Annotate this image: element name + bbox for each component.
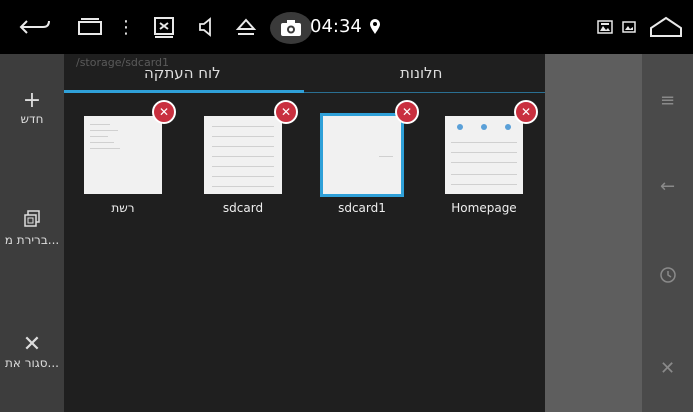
copy-icon [0,210,64,233]
status-bar: ⋮ 04:34 [0,0,693,54]
location-pin-icon [368,14,382,40]
window-caption: sdcard1 [338,201,386,215]
home-icon[interactable] [648,14,684,40]
menu-dots-icon[interactable]: ⋮ [117,14,135,40]
close-icon[interactable]: ✕ [642,358,693,379]
clock-time: 04:34 [310,16,362,37]
close-window-icon[interactable]: ✕ [395,100,419,124]
tab-clipboard[interactable]: לוח העתקה [144,64,221,82]
left-panel: + חדש ברירת מ... ✕ סגור את... [0,54,64,412]
window-caption: רשת [111,201,135,215]
eject-icon[interactable] [234,14,258,40]
background-app-strip [545,54,642,412]
close-icon: ✕ [22,332,42,357]
default-button[interactable]: ברירת מ... [0,210,64,247]
window-caption: sdcard [222,201,264,215]
close-window-icon[interactable]: ✕ [152,100,176,124]
close-all-button[interactable]: ✕ סגור את... [0,332,64,371]
menu-icon[interactable]: ≡ [642,90,693,111]
side-nav: ≡ ← ✕ [642,54,693,412]
plus-icon: + [22,88,42,113]
history-icon[interactable] [642,266,693,289]
image-icon [620,14,638,40]
window-caption: Homepage [451,201,517,215]
camera-icon[interactable] [270,12,312,44]
tab-bar: לוח העתקה חלונות [64,54,545,94]
active-tab-indicator [64,90,304,93]
close-window-icon[interactable]: ✕ [514,100,538,124]
window-thumbnail[interactable] [445,116,523,194]
back-icon[interactable] [18,14,52,40]
tabs-panel: /storage/sdcard1 לוח העתקה חלונות ✕ רשת … [64,54,545,412]
recent-apps-icon[interactable] [76,14,104,40]
window-thumbnail[interactable] [204,116,282,194]
default-label: ברירת מ... [4,233,60,247]
gallery-icon [596,14,614,40]
tab-windows[interactable]: חלונות [400,64,442,82]
window-thumbnail-selected[interactable] [320,113,404,197]
new-window-button[interactable]: + חדש [0,88,64,127]
window-thumbnail[interactable] [84,116,162,194]
volume-icon[interactable] [196,14,218,40]
screenshot-box-icon[interactable] [152,14,176,40]
close-all-label: סגור את... [5,356,59,370]
close-window-icon[interactable]: ✕ [274,100,298,124]
new-window-label: חדש [20,112,44,126]
back-arrow-icon[interactable]: ← [642,176,693,197]
